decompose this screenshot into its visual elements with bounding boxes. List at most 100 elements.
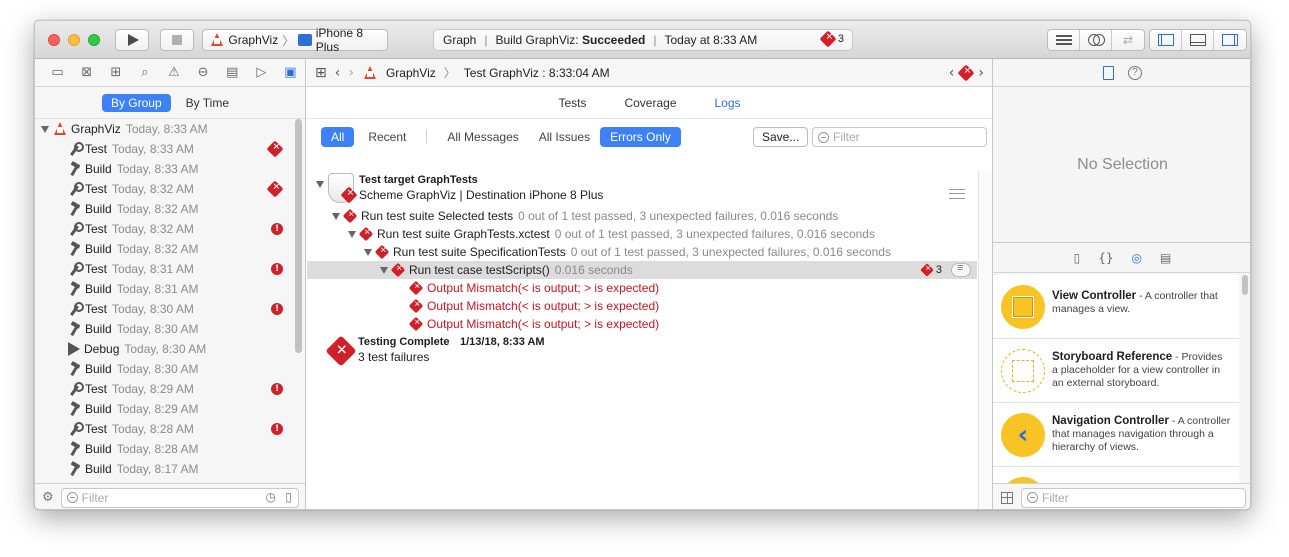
navigator-filter-placeholder: Filter [81, 490, 109, 505]
clock-icon[interactable]: ◷ [266, 490, 276, 504]
filter-all-messages-button[interactable]: All Messages [437, 127, 528, 147]
navigator-filter-input[interactable]: Filter ◷ ▯ [60, 487, 299, 508]
disclosure-icon[interactable] [380, 266, 388, 274]
test-case-error-badge[interactable]: 3 [920, 262, 971, 277]
log-filter-input[interactable]: Filter [812, 127, 987, 147]
tree-item[interactable]: Build Today, 8:32 AM [35, 239, 297, 259]
source-control-icon[interactable]: ⊠ [72, 65, 101, 80]
filter-all-issues-button[interactable]: All Issues [529, 127, 600, 147]
navigator-scrollbar[interactable] [295, 119, 302, 353]
document-icon[interactable]: ▯ [285, 490, 292, 504]
library-filter-input[interactable]: Filter [1021, 487, 1246, 508]
tree-item[interactable]: Test Today, 8:32 AM! [35, 219, 297, 239]
file-template-icon[interactable]: ▯ [1074, 251, 1081, 265]
library-item-navigation-controller[interactable]: ‹ Navigation Controller - A controller t… [993, 403, 1239, 467]
debug-nav-icon[interactable]: ▤ [218, 65, 247, 80]
filter-recent-button[interactable]: Recent [358, 127, 416, 147]
disclosure-icon[interactable] [316, 181, 324, 188]
tree-item[interactable]: Build Today, 8:30 AM [35, 319, 297, 339]
disclosure-icon[interactable] [364, 248, 372, 256]
tree-root-graphviz[interactable]: GraphViz Today, 8:33 AM [35, 119, 297, 139]
tab-coverage[interactable]: Coverage [624, 96, 676, 110]
tree-item[interactable]: Test Today, 8:28 AM! [35, 419, 297, 439]
filter-errors-only-button[interactable]: Errors Only [600, 127, 681, 147]
filter-all-button[interactable]: All [321, 127, 355, 147]
wrench-icon [67, 422, 84, 436]
file-inspector-icon[interactable] [1103, 65, 1114, 80]
tree-item[interactable]: Test Today, 8:32 AM [35, 179, 297, 199]
library-item-storyboard-reference[interactable]: Storyboard Reference - Provides a placeh… [993, 339, 1239, 403]
symbol-icon[interactable]: ⊞ [101, 65, 130, 80]
breadcrumb-item[interactable]: Test GraphViz : 8:33:04 AM [464, 66, 610, 80]
warning-icon[interactable]: ⚠ [159, 65, 188, 80]
activity-error-indicator[interactable]: 3 [819, 30, 844, 48]
back-arrow-icon[interactable]: ‹ [335, 65, 341, 81]
tree-item[interactable]: Test Today, 8:30 AM! [35, 299, 297, 319]
disclosure-icon[interactable] [348, 230, 356, 238]
tree-item[interactable]: Build Today, 8:28 AM [35, 439, 297, 459]
grid-view-icon[interactable] [1001, 491, 1013, 504]
test-icon[interactable]: ⊖ [189, 65, 218, 80]
editor-scrollbar[interactable] [978, 171, 992, 509]
toggle-debug-area-button[interactable] [1182, 30, 1214, 50]
version-editor-button[interactable]: ⇄ [1112, 30, 1144, 50]
library-item-view-controller[interactable]: View Controller - A controller that mana… [993, 275, 1239, 339]
previous-issue-icon[interactable]: ‹ [949, 65, 955, 81]
quick-help-icon[interactable]: ? [1128, 65, 1142, 80]
library-scrollbar[interactable] [1242, 275, 1248, 295]
media-library-icon[interactable]: ▤ [1160, 251, 1171, 265]
object-library-icon[interactable]: ◎ [1132, 251, 1142, 265]
run-button[interactable] [115, 29, 149, 51]
toggle-navigator-button[interactable] [1150, 30, 1182, 50]
next-issue-icon[interactable]: › [978, 65, 984, 81]
tree-item[interactable]: Build Today, 8:17 AM [35, 459, 297, 479]
close-window-button[interactable] [48, 34, 60, 46]
disclosure-icon[interactable] [332, 212, 340, 220]
testing-complete-row[interactable]: Testing Complete 1/13/18, 8:33 AM 3 test… [307, 333, 977, 369]
assistant-editor-button[interactable] [1080, 30, 1112, 50]
tree-item[interactable]: Test Today, 8:29 AM! [35, 379, 297, 399]
log-row-error[interactable]: Output Mismatch(< is output; > is expect… [307, 315, 977, 333]
log-row-error[interactable]: Output Mismatch(< is output; > is expect… [307, 279, 977, 297]
tree-item[interactable]: Build Today, 8:32 AM [35, 199, 297, 219]
log-row-error[interactable]: Output Mismatch(< is output; > is expect… [307, 297, 977, 315]
breadcrumb-app[interactable]: GraphViz [386, 66, 436, 80]
code-snippet-icon[interactable]: {} [1098, 251, 1113, 265]
standard-editor-button[interactable] [1048, 30, 1080, 50]
tab-logs[interactable]: Logs [715, 96, 741, 110]
log-row-suite2[interactable]: Run test suite GraphTests.xctest 0 out o… [307, 225, 977, 243]
minimize-window-button[interactable] [68, 34, 80, 46]
tab-tests[interactable]: Tests [558, 96, 586, 110]
breakpoint-icon[interactable]: ▷ [247, 65, 276, 80]
xcode-window: GraphViz 〉 iPhone 8 Plus Graph | Build G… [34, 20, 1251, 510]
gear-icon[interactable]: ⚙ [42, 490, 54, 505]
tree-item[interactable]: Build Today, 8:31 AM [35, 279, 297, 299]
activity-viewer[interactable]: Graph | Build GraphViz: Succeeded | Toda… [433, 29, 853, 51]
report-icon[interactable]: ▣ [276, 65, 305, 80]
stop-button[interactable] [160, 29, 194, 51]
log-row-test-case[interactable]: Run test case testScripts() 0.016 second… [307, 261, 977, 279]
by-time-button[interactable]: By Time [177, 94, 238, 112]
tree-item[interactable]: Build Today, 8:33 AM [35, 159, 297, 179]
row-menu-icon[interactable] [951, 262, 971, 277]
log-row-suite3[interactable]: Run test suite SpecificationTests 0 out … [307, 243, 977, 261]
save-button[interactable]: Save... [753, 127, 809, 147]
forward-arrow-icon[interactable]: › [348, 65, 354, 81]
row-menu-icon[interactable] [949, 189, 965, 199]
tree-item[interactable]: Build Today, 8:29 AM [35, 399, 297, 419]
app-icon [362, 65, 378, 80]
toggle-inspector-button[interactable] [1214, 30, 1246, 50]
scheme-selector[interactable]: GraphViz 〉 iPhone 8 Plus [202, 26, 388, 54]
tree-item[interactable]: Debug Today, 8:30 AM [35, 339, 297, 359]
test-target-row[interactable]: Test target GraphTests Scheme GraphViz |… [307, 171, 977, 207]
folder-icon[interactable]: ▭ [43, 65, 72, 80]
disclosure-icon[interactable] [41, 125, 49, 133]
tree-item[interactable]: Test Today, 8:33 AM [35, 139, 297, 159]
log-row-suite1[interactable]: Run test suite Selected tests 0 out of 1… [307, 207, 977, 225]
zoom-window-button[interactable] [88, 34, 100, 46]
related-items-icon[interactable]: ⊞ [315, 65, 327, 81]
tree-item[interactable]: Build Today, 8:30 AM [35, 359, 297, 379]
search-icon[interactable]: ⌕ [130, 65, 159, 80]
by-group-button[interactable]: By Group [101, 93, 171, 112]
tree-item[interactable]: Test Today, 8:31 AM! [35, 259, 297, 279]
